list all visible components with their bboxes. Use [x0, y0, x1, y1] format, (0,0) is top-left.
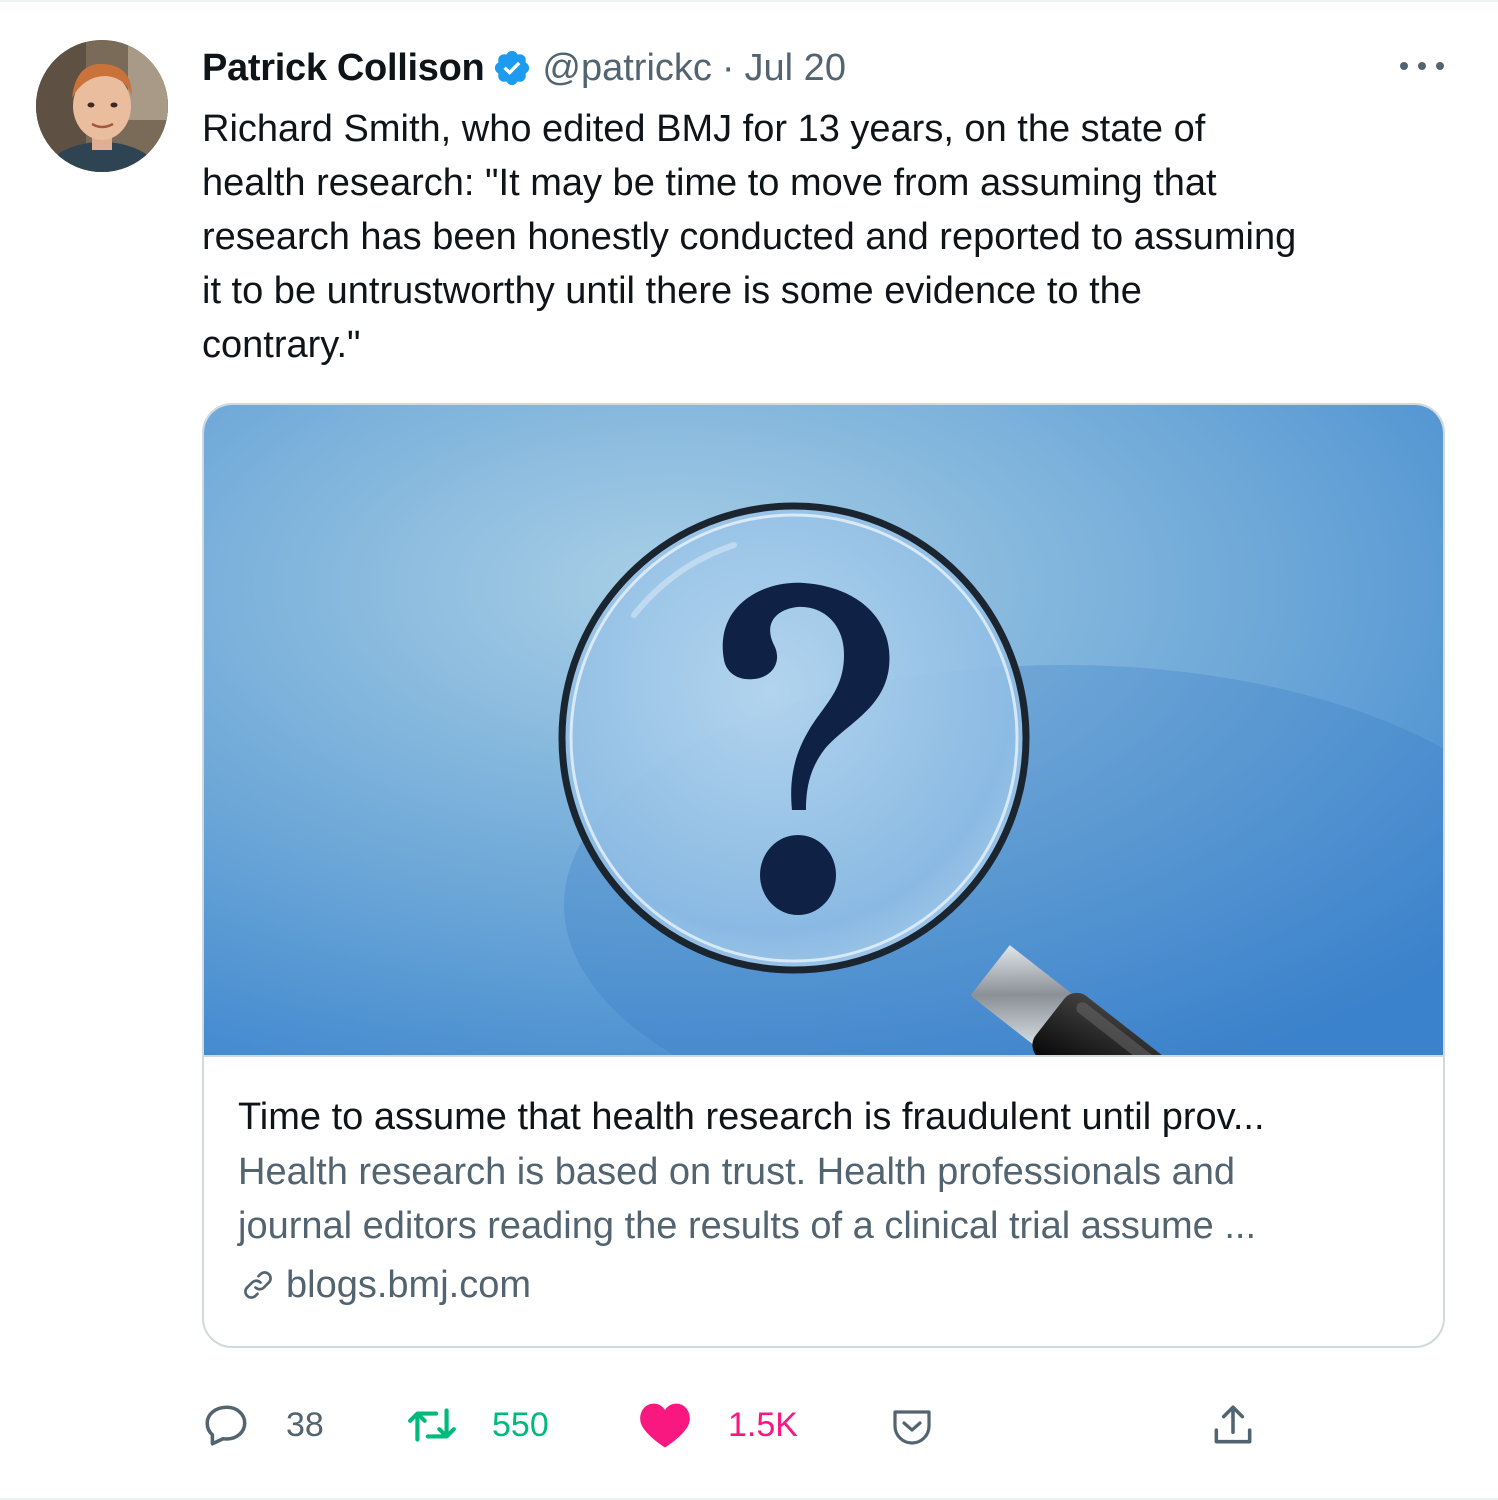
like-count: 1.5K: [728, 1405, 798, 1444]
like-button[interactable]: 1.5K: [638, 1397, 798, 1453]
retweet-icon: [408, 1408, 456, 1442]
card-domain: blogs.bmj.com: [238, 1255, 1418, 1315]
tip-jar-icon: [893, 1410, 931, 1445]
action-bar: 38 550 1.5K: [202, 1397, 1282, 1453]
reply-icon: [205, 1405, 247, 1446]
card-image[interactable]: [204, 405, 1443, 1057]
tweet-text: Richard Smith, who edited BMJ for 13 yea…: [202, 108, 1297, 366]
share-button[interactable]: [1208, 1397, 1258, 1453]
author-name[interactable]: Patrick Collison: [202, 47, 485, 90]
share-icon: [1214, 1405, 1252, 1444]
author-handle[interactable]: @patrickc: [542, 47, 712, 90]
card-domain-text: blogs.bmj.com: [286, 1264, 531, 1306]
card-description: Health research is based on trust. Healt…: [238, 1151, 1257, 1247]
card-body: Time to assume that health research is f…: [238, 1089, 1418, 1315]
tweet[interactable]: Patrick Collison @patrickc · Jul 20 Rich…: [0, 0, 1498, 1500]
reply-button[interactable]: 38: [202, 1397, 324, 1453]
retweet-button[interactable]: 550: [404, 1397, 549, 1453]
retweet-count: 550: [492, 1405, 549, 1444]
heart-icon: [640, 1403, 690, 1448]
avatar[interactable]: [36, 40, 168, 172]
tip-button[interactable]: [888, 1397, 936, 1453]
separator-dot: ·: [721, 46, 735, 89]
link-icon: [244, 1271, 272, 1299]
reply-count: 38: [286, 1405, 324, 1444]
more-icon[interactable]: [1400, 48, 1444, 84]
verified-badge-icon: [495, 50, 530, 86]
tweet-date[interactable]: Jul 20: [745, 47, 846, 90]
link-card[interactable]: Time to assume that health research is f…: [202, 403, 1445, 1348]
tweet-header: Patrick Collison @patrickc · Jul 20: [202, 42, 846, 94]
card-title[interactable]: Time to assume that health research is f…: [238, 1089, 1418, 1145]
